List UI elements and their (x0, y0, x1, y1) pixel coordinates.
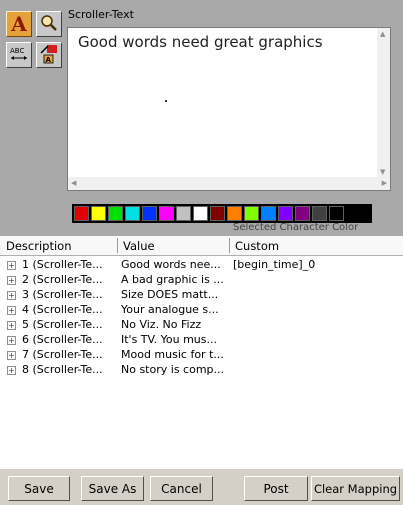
table-row[interactable]: +7 (Scroller-Te... Mood music for t... (0, 348, 403, 363)
cell-value: Your analogue s... (121, 303, 219, 316)
expand-icon[interactable]: + (7, 321, 16, 330)
table-row[interactable]: +5 (Scroller-Te... No Viz. No Fizz (0, 318, 403, 333)
expand-icon[interactable]: + (7, 351, 16, 360)
color-swatch[interactable] (74, 206, 89, 221)
scroller-text-editor[interactable]: Good words need great graphics ▲ ▼ ◀ ▶ (67, 27, 391, 191)
expand-icon[interactable]: + (7, 336, 16, 345)
color-swatch[interactable] (142, 206, 157, 221)
font-button[interactable]: A (6, 11, 32, 37)
table-row[interactable]: +6 (Scroller-Te... It's TV. You mus... (0, 333, 403, 348)
save-as-button[interactable]: Save As (81, 476, 144, 501)
expand-icon[interactable]: + (7, 306, 16, 315)
vertical-scrollbar[interactable]: ▲ ▼ (377, 28, 390, 178)
text-color-button[interactable]: A (36, 42, 62, 68)
color-swatch[interactable] (91, 206, 106, 221)
text-color-icon: A (39, 44, 59, 67)
clear-mapping-button[interactable]: Clear Mapping (311, 476, 400, 501)
cell-description: 8 (Scroller-Te... (22, 363, 103, 376)
table-row[interactable]: +1 (Scroller-Te... Good words nee... [begi… (0, 258, 403, 273)
color-palette (72, 204, 372, 223)
save-button[interactable]: Save (8, 476, 70, 501)
font-icon: A (11, 12, 27, 36)
table-row[interactable]: +3 (Scroller-Te... Size DOES matt... (0, 288, 403, 303)
color-swatch[interactable] (227, 206, 242, 221)
svg-text:ABC: ABC (10, 47, 24, 55)
column-value[interactable]: Value (123, 239, 155, 253)
expand-icon[interactable]: + (7, 366, 16, 375)
color-swatch[interactable] (193, 206, 208, 221)
table-row[interactable]: +8 (Scroller-Te... No story is comp... (0, 363, 403, 378)
cancel-button[interactable]: Cancel (150, 476, 213, 501)
post-button[interactable]: Post (244, 476, 308, 501)
table-row[interactable]: +2 (Scroller-Te... A bad graphic is ... (0, 273, 403, 288)
zoom-icon (40, 14, 58, 35)
column-divider[interactable] (229, 238, 230, 253)
color-swatch[interactable] (210, 206, 225, 221)
color-swatch[interactable] (159, 206, 174, 221)
cell-value: Good words nee... (121, 258, 221, 271)
table-body: +1 (Scroller-Te... Good words nee... [begi… (0, 258, 403, 378)
cell-description: 5 (Scroller-Te... (22, 318, 103, 331)
cell-description: 6 (Scroller-Te... (22, 333, 103, 346)
table-header: Description Value Custom (0, 236, 403, 256)
text-cursor (165, 100, 167, 102)
color-swatch[interactable] (125, 206, 140, 221)
color-swatch[interactable] (176, 206, 191, 221)
svg-text:A: A (46, 56, 52, 64)
scroll-left-icon[interactable]: ◀ (71, 179, 76, 187)
editor-label: Scroller-Text (68, 8, 134, 21)
column-custom[interactable]: Custom (235, 239, 279, 253)
scroll-down-icon[interactable]: ▼ (380, 168, 385, 176)
column-description[interactable]: Description (6, 239, 72, 253)
cell-value: Mood music for t... (121, 348, 224, 361)
text-width-icon: ABC (9, 45, 29, 66)
color-swatch[interactable] (108, 206, 123, 221)
cell-value: A bad graphic is ... (121, 273, 224, 286)
table-row[interactable]: +4 (Scroller-Te... Your analogue s... (0, 303, 403, 318)
cell-description: 4 (Scroller-Te... (22, 303, 103, 316)
cell-value: Size DOES matt... (121, 288, 219, 301)
scroll-right-icon[interactable]: ▶ (382, 179, 387, 187)
editor-panel: A ABC A Scroller-Text Good words need gr… (0, 0, 403, 236)
cell-value: No story is comp... (121, 363, 225, 376)
color-swatch[interactable] (329, 206, 344, 221)
horizontal-scrollbar[interactable]: ◀ ▶ (68, 177, 390, 190)
text-width-button[interactable]: ABC (6, 42, 32, 68)
cell-value: It's TV. You mus... (121, 333, 217, 346)
color-swatch[interactable] (244, 206, 259, 221)
expand-icon[interactable]: + (7, 291, 16, 300)
cell-description: 7 (Scroller-Te... (22, 348, 103, 361)
column-divider[interactable] (117, 238, 118, 253)
color-swatch[interactable] (295, 206, 310, 221)
palette-label: Selected Character Color (233, 222, 359, 233)
mapping-table: Description Value Custom +1 (Scroller-Te… (0, 236, 403, 469)
color-swatch[interactable] (312, 206, 327, 221)
expand-icon[interactable]: + (7, 276, 16, 285)
editor-text[interactable]: Good words need great graphics (78, 33, 323, 51)
expand-icon[interactable]: + (7, 261, 16, 270)
scroll-up-icon[interactable]: ▲ (380, 30, 385, 38)
cell-description: 3 (Scroller-Te... (22, 288, 103, 301)
cell-custom: [begin_time]_0 (233, 258, 316, 271)
cell-value: No Viz. No Fizz (121, 318, 202, 331)
zoom-text-button[interactable] (36, 11, 62, 37)
color-swatch[interactable] (278, 206, 293, 221)
button-bar: Save Save As Cancel Post Clear Mapping (0, 469, 403, 505)
color-swatch[interactable] (261, 206, 276, 221)
cell-description: 1 (Scroller-Te... (22, 258, 103, 271)
cell-description: 2 (Scroller-Te... (22, 273, 103, 286)
